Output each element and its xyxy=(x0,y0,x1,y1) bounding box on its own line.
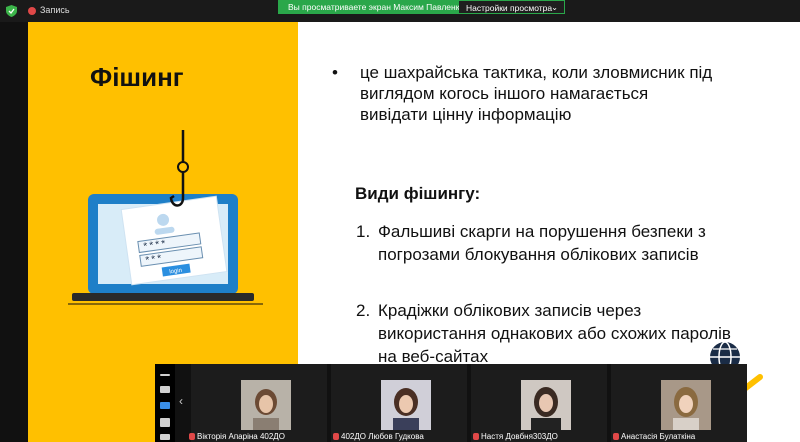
hide-video-icon[interactable] xyxy=(160,434,170,440)
chevron-down-icon: ⌄ xyxy=(551,3,558,12)
participant-gallery: ‹ › Вікторія Апаріна 402ДО 402ДО Любов Г… xyxy=(155,364,747,442)
recording-label: Запись xyxy=(40,5,70,15)
muted-mic-icon xyxy=(613,433,619,440)
types-heading: Види фішингу: xyxy=(355,184,481,203)
password-field-2: *** xyxy=(144,253,164,267)
participant-tile[interactable]: 402ДО Любов Гудкова xyxy=(331,364,467,442)
left-black-strip xyxy=(0,22,28,442)
participant-name: Вікторія Апаріна 402ДО xyxy=(189,432,285,442)
view-options-label: Настройки просмотра xyxy=(466,3,553,13)
view-options-button[interactable]: Настройки просмотра ⌄ xyxy=(459,0,565,14)
participant-video xyxy=(521,380,571,430)
participant-name: Настя Довбня303ДО xyxy=(473,432,558,442)
laptop-base xyxy=(72,293,254,301)
participant-video xyxy=(661,380,711,430)
participant-tile[interactable]: Вікторія Апаріна 402ДО xyxy=(189,364,327,442)
participant-name: Анастасія Булаткіна xyxy=(613,432,695,442)
speaker-view-icon[interactable] xyxy=(160,386,170,393)
muted-mic-icon xyxy=(333,433,339,440)
hook-ring xyxy=(177,161,189,173)
participant-tile[interactable]: Анастасія Булаткіна xyxy=(611,364,747,442)
minimize-icon[interactable] xyxy=(160,374,170,376)
recording-icon xyxy=(28,7,36,15)
slide-title: Фішинг xyxy=(90,62,184,92)
meeting-top-bar: Запись Вы просматриваете экран Максим Па… xyxy=(0,0,800,22)
participant-tile[interactable]: Настя Довбня303ДО xyxy=(471,364,607,442)
screen-share-banner: Вы просматриваете экран Максим Павленко xyxy=(278,0,467,14)
participant-video xyxy=(241,380,291,430)
filmstrip-view-icon[interactable] xyxy=(160,402,170,409)
gallery-view-icon[interactable] xyxy=(160,418,170,427)
shield-icon[interactable] xyxy=(6,5,17,17)
gallery-prev-arrow[interactable]: ‹ xyxy=(179,394,183,408)
phishing-laptop-illustration: **** *** login xyxy=(68,130,263,305)
muted-mic-icon xyxy=(189,433,195,440)
participant-video xyxy=(381,380,431,430)
gallery-side-toolbar xyxy=(155,364,175,442)
definition-text: це шахрайська тактика, коли зловмисник п… xyxy=(360,63,713,124)
muted-mic-icon xyxy=(473,433,479,440)
participant-name: 402ДО Любов Гудкова xyxy=(333,432,424,442)
